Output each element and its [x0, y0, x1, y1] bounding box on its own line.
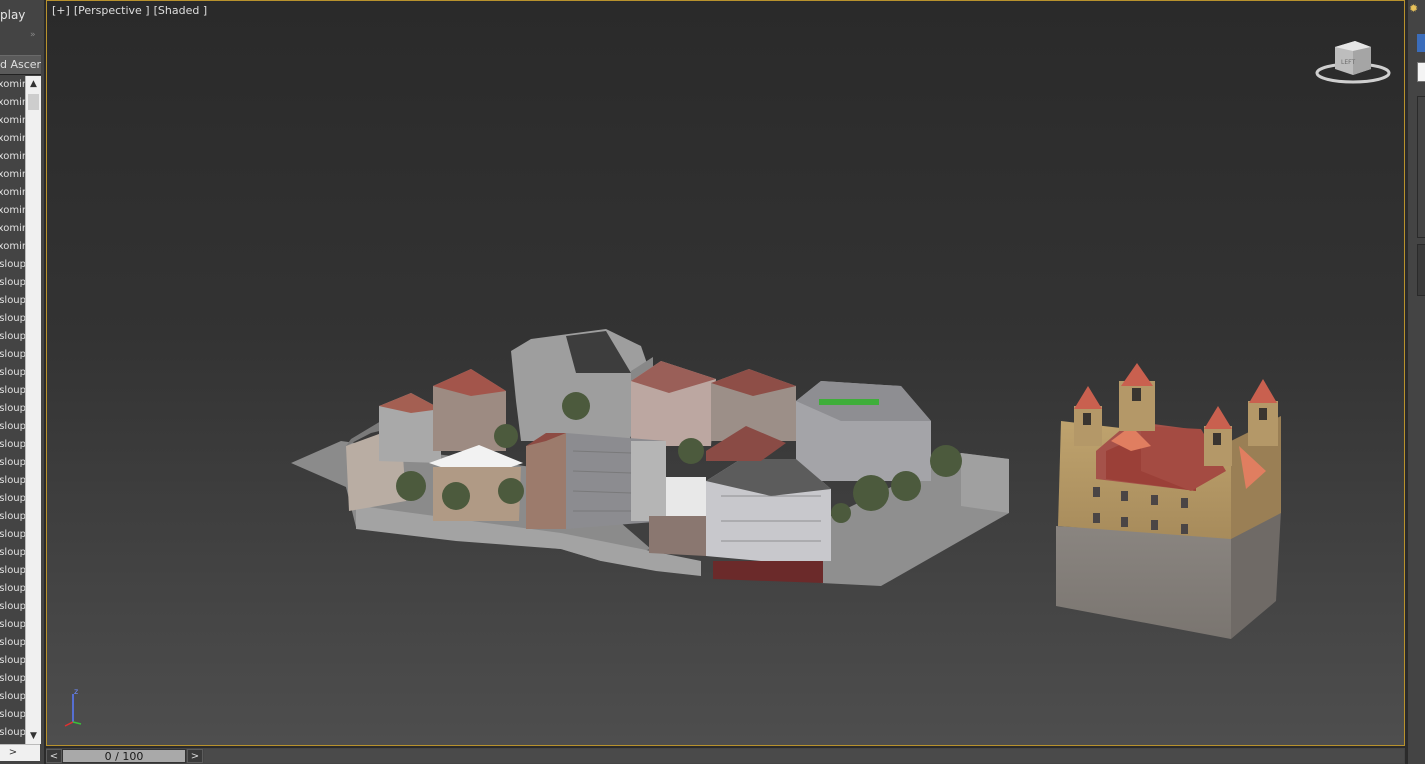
list-item[interactable]: sloup: [0, 382, 26, 400]
scroll-thumb[interactable]: [28, 94, 39, 110]
scroll-right-icon[interactable]: >: [6, 745, 20, 761]
list-item[interactable]: xomir: [0, 76, 26, 94]
list-item[interactable]: sloup: [0, 418, 26, 436]
list-item[interactable]: sloup: [0, 580, 26, 598]
next-frame-button[interactable]: >: [187, 749, 203, 763]
scroll-up-icon[interactable]: ▲: [26, 76, 41, 92]
list-item[interactable]: xomir: [0, 202, 26, 220]
list-item[interactable]: xomir: [0, 184, 26, 202]
command-panel: ✹: [1408, 0, 1425, 764]
viewcube-face-label: LEFT: [1341, 59, 1355, 66]
axis-tripod-icon: z: [64, 687, 82, 727]
list-horizontal-scrollbar[interactable]: >: [0, 744, 40, 761]
list-item[interactable]: sloup: [0, 256, 26, 274]
list-item[interactable]: xomir: [0, 130, 26, 148]
list-item[interactable]: xomir: [0, 112, 26, 130]
panel-title: play: [0, 8, 26, 22]
list-item[interactable]: sloup: [0, 400, 26, 418]
list-item[interactable]: sloup: [0, 652, 26, 670]
list-item[interactable]: sloup: [0, 616, 26, 634]
list-item[interactable]: sloup: [0, 472, 26, 490]
list-item[interactable]: sloup: [0, 670, 26, 688]
list-item[interactable]: sloup: [0, 436, 26, 454]
list-item[interactable]: xomir: [0, 220, 26, 238]
list-item[interactable]: sloup: [0, 328, 26, 346]
list-vertical-scrollbar[interactable]: ▲ ▼: [25, 76, 41, 744]
list-item[interactable]: xomir: [0, 94, 26, 112]
list-item[interactable]: sloup: [0, 544, 26, 562]
active-tab-icon[interactable]: [1417, 34, 1425, 52]
list-item[interactable]: sloup: [0, 508, 26, 526]
list-item[interactable]: xomir: [0, 238, 26, 256]
scene-object-list: xomir xomir xomir xomir xomir xomir xomir xomir…: [0, 76, 26, 744]
list-item[interactable]: sloup: [0, 364, 26, 382]
rollout-frame: [1417, 96, 1425, 238]
viewcube-icon[interactable]: LEFT: [1313, 35, 1393, 87]
list-item[interactable]: sloup: [0, 490, 26, 508]
list-item[interactable]: sloup: [0, 310, 26, 328]
perspective-viewport[interactable]: [+] [Perspective ] [Shaded ] LEFT z: [46, 0, 1405, 746]
axis-z-label: z: [74, 687, 78, 696]
list-item[interactable]: sloup: [0, 292, 26, 310]
list-item[interactable]: sloup: [0, 346, 26, 364]
list-item[interactable]: sloup: [0, 706, 26, 724]
scene-3d-render: [291, 329, 1281, 639]
prev-frame-button[interactable]: <: [46, 749, 62, 763]
scroll-down-icon[interactable]: ▼: [26, 728, 41, 744]
rollout-frame-2: [1417, 244, 1425, 296]
time-slider-bar: < 0 / 100 >: [46, 748, 1405, 764]
list-item[interactable]: sloup: [0, 688, 26, 706]
list-item[interactable]: sloup: [0, 562, 26, 580]
town-model: [291, 329, 1009, 586]
expand-arrows-icon[interactable]: »: [30, 30, 36, 40]
list-item[interactable]: xomir: [0, 166, 26, 184]
list-item[interactable]: sloup: [0, 526, 26, 544]
name-field[interactable]: [1417, 62, 1425, 82]
sun-icon[interactable]: ✹: [1409, 2, 1418, 15]
list-item[interactable]: sloup: [0, 634, 26, 652]
list-item[interactable]: sloup: [0, 274, 26, 292]
list-item[interactable]: xomir: [0, 148, 26, 166]
time-slider-thumb[interactable]: 0 / 100: [62, 749, 186, 763]
list-item[interactable]: sloup: [0, 454, 26, 472]
column-header-sort[interactable]: d Ascen: [0, 55, 41, 75]
time-track[interactable]: [204, 749, 1404, 763]
list-item[interactable]: sloup: [0, 598, 26, 616]
scene-explorer-panel: play » d Ascen xomir xomir xomir xomir xomir…: [0, 0, 44, 764]
castle-model: [1056, 363, 1281, 639]
list-item[interactable]: sloup: [0, 724, 26, 742]
